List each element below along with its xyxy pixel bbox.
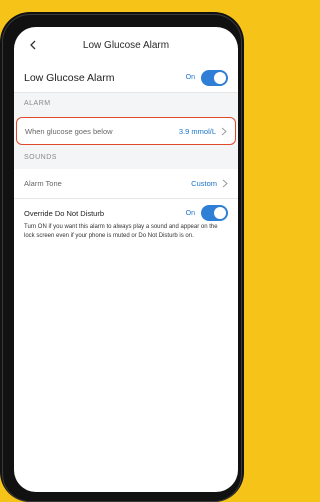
page-title: Low Glucose Alarm (82, 39, 170, 51)
alarm-tone-row[interactable]: Alarm Tone Custom (14, 169, 238, 199)
low-glucose-alarm-toggle[interactable] (201, 69, 228, 86)
app-screen: Low Glucose Alarm Low Glucose Alarm On A… (14, 27, 238, 492)
section-header-sounds: SOUNDS (14, 147, 238, 169)
override-dnd-label: Override Do Not Disturb (24, 208, 105, 218)
chevron-right-icon (221, 127, 227, 135)
override-dnd-control: On (186, 205, 228, 221)
low-glucose-alarm-label: Low Glucose Alarm (24, 71, 115, 84)
glucose-threshold-value: 3.9 mmol/L (178, 126, 216, 136)
threshold-highlight-area: When glucose goes below 3.9 mmol/L (14, 115, 238, 147)
chevron-right-icon (222, 179, 228, 188)
alarm-tone-value-group: Custom (191, 179, 228, 188)
toggle-knob (214, 207, 226, 219)
glucose-threshold-value-group: 3.9 mmol/L (179, 127, 227, 136)
alarm-tone-value: Custom (191, 179, 217, 188)
low-glucose-alarm-row: Low Glucose Alarm On (14, 63, 238, 93)
glucose-threshold-row[interactable]: When glucose goes below 3.9 mmol/L (16, 117, 236, 145)
chevron-left-icon (30, 40, 36, 50)
override-dnd-description: Turn ON if you want this alarm to always… (24, 224, 218, 239)
override-dnd-row: Override Do Not Disturb On (14, 203, 238, 223)
section-header-alarm: ALARM (14, 93, 238, 115)
nav-bar: Low Glucose Alarm (14, 27, 238, 63)
override-dnd-toggle[interactable] (201, 205, 228, 221)
alarm-tone-label: Alarm Tone (24, 179, 62, 188)
glucose-threshold-label: When glucose goes below (25, 126, 113, 136)
toggle-knob (214, 71, 226, 84)
back-button[interactable] (24, 36, 42, 54)
override-dnd-state: On (185, 209, 195, 217)
low-glucose-alarm-state: On (185, 74, 195, 81)
low-glucose-alarm-control: On (185, 69, 228, 86)
